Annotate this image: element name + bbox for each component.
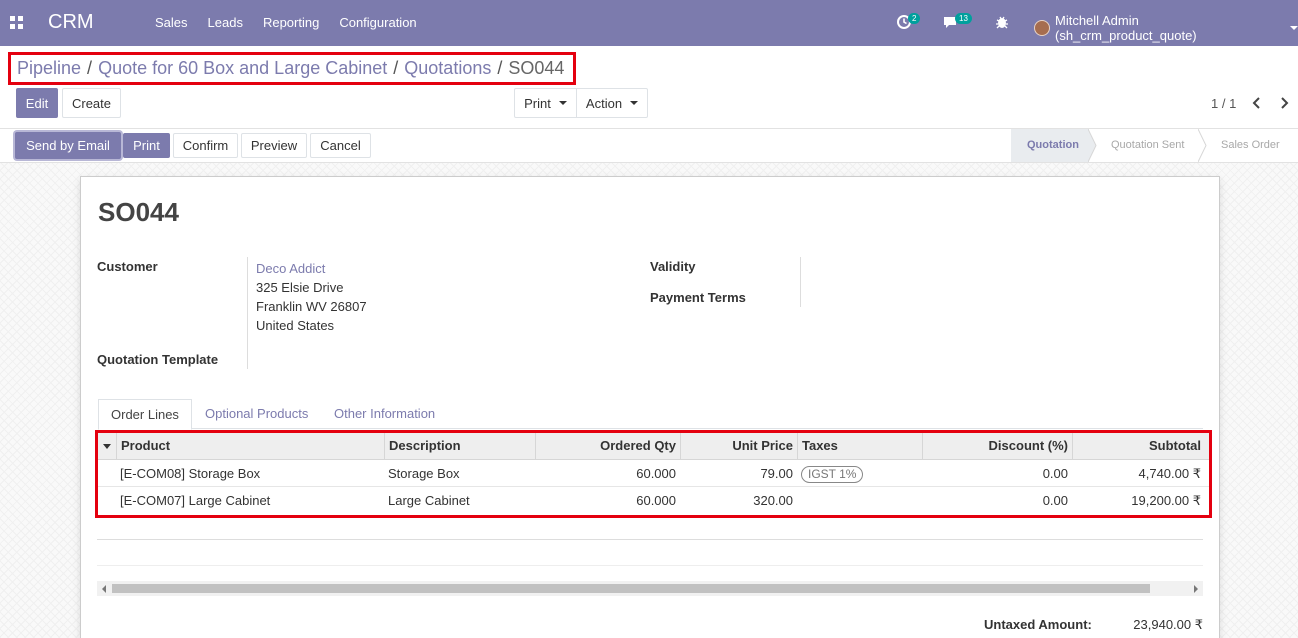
stage-label: Quotation [1027, 139, 1079, 151]
chevron-down-icon [558, 101, 567, 105]
scroll-left-icon[interactable] [102, 585, 106, 593]
customer-address-line: United States [256, 318, 335, 333]
breadcrumb-quotations[interactable]: Quotations [404, 58, 491, 79]
stage-sales-order[interactable]: Sales Order [1199, 129, 1298, 162]
customer-address-line: Franklin WV 26807 [256, 299, 367, 314]
top-navbar: CRM Sales Leads Reporting Configuration … [0, 0, 1298, 46]
chevron-down-icon [630, 101, 639, 105]
print-dropdown[interactable]: Print [514, 88, 577, 118]
action-dropdown[interactable]: Action [576, 88, 648, 118]
breadcrumb-opportunity[interactable]: Quote for 60 Box and Large Cabinet [98, 58, 387, 79]
cell-ordered-qty: 60.000 [636, 493, 676, 508]
pager-next-icon[interactable] [1277, 95, 1291, 111]
cell-product: [E-COM08] Storage Box [120, 466, 261, 481]
tax-badge: IGST 1% [801, 466, 864, 483]
scroll-right-icon[interactable] [1194, 585, 1198, 593]
breadcrumb-separator: / [497, 58, 503, 78]
chevron-down-icon [1290, 26, 1298, 30]
main-menu: Sales Leads Reporting Configuration [145, 0, 427, 46]
untaxed-amount-value: 23,940.00 ₹ [1133, 617, 1203, 632]
edit-button[interactable]: Edit [16, 88, 58, 118]
print-dropdown-label: Print [524, 95, 551, 111]
field-divider [800, 257, 801, 307]
quotation-template-label: Quotation Template [97, 352, 219, 367]
cell-ordered-qty: 60.000 [636, 466, 676, 481]
print-button[interactable]: Print [123, 133, 170, 158]
stage-quotation-sent[interactable]: Quotation Sent [1089, 129, 1207, 162]
preview-button[interactable]: Preview [241, 133, 307, 158]
tab-optional-products[interactable]: Optional Products [193, 399, 320, 429]
cell-unit-price: 79.00 [760, 466, 793, 481]
menu-item-sales[interactable]: Sales [145, 0, 198, 46]
cell-discount: 0.00 [1042, 466, 1068, 481]
pager-previous-icon[interactable] [1250, 95, 1264, 111]
status-bar: Quotation Quotation Sent Sales Order [1011, 129, 1298, 162]
column-discount[interactable]: Discount (%) [922, 433, 1072, 459]
column-unit-price[interactable]: Unit Price [680, 433, 797, 459]
validity-label: Validity [650, 259, 696, 274]
menu-item-leads[interactable]: Leads [198, 0, 253, 46]
breadcrumb-pipeline[interactable]: Pipeline [17, 58, 81, 79]
table-footer-divider [97, 539, 1203, 540]
table-row[interactable]: [E-COM07] Large Cabinet Large Cabinet 60… [98, 487, 1209, 514]
cell-product: [E-COM07] Large Cabinet [120, 493, 271, 508]
order-lines-table: Product Description Ordered Qty Unit Pri… [95, 430, 1212, 518]
pager-value[interactable]: 1 / 1 [1211, 96, 1236, 111]
breadcrumb: Pipeline / Quote for 60 Box and Large Ca… [8, 52, 576, 85]
customer-link[interactable]: Deco Addict [256, 261, 325, 276]
activity-count-badge: 2 [908, 13, 921, 24]
debug-bug-icon[interactable] [994, 14, 1010, 30]
breadcrumb-separator: / [87, 58, 93, 78]
cell-description: Storage Box [388, 466, 460, 481]
cancel-button[interactable]: Cancel [310, 133, 371, 158]
breadcrumb-current: SO044 [508, 58, 565, 78]
tab-order-lines[interactable]: Order Lines [98, 399, 192, 430]
stage-label: Quotation Sent [1111, 139, 1185, 151]
horizontal-scrollbar[interactable] [97, 581, 1203, 596]
stage-quotation[interactable]: Quotation [1011, 129, 1097, 162]
user-name: Mitchell Admin (sh_crm_product_quote) [1055, 13, 1197, 43]
user-avatar [1034, 20, 1050, 36]
cell-subtotal: 4,740.00 ₹ [1138, 466, 1202, 481]
message-count-badge: 13 [955, 13, 972, 24]
apps-grid-icon[interactable] [10, 16, 23, 29]
breadcrumb-separator: / [393, 58, 399, 78]
scrollbar-thumb[interactable] [112, 584, 1150, 593]
confirm-button[interactable]: Confirm [173, 133, 238, 158]
action-dropdown-label: Action [585, 95, 623, 111]
form-sheet: SO044 Customer Deco Addict 325 Elsie Dri… [80, 176, 1220, 638]
sort-caret-icon[interactable] [103, 444, 111, 449]
tab-other-information[interactable]: Other Information [322, 399, 447, 429]
customer-address-line: 325 Elsie Drive [256, 280, 344, 295]
cell-taxes [797, 487, 922, 514]
notebook-tabs: Order Lines Optional Products Other Info… [98, 399, 1203, 430]
cell-description: Large Cabinet [388, 493, 470, 508]
payment-terms-label: Payment Terms [650, 290, 746, 305]
cell-discount: 0.00 [1042, 493, 1068, 508]
user-menu[interactable]: Mitchell Admin (sh_crm_product_quote) [1034, 13, 1298, 43]
table-row[interactable]: [E-COM08] Storage Box Storage Box 60.000… [98, 460, 1209, 487]
untaxed-amount-label: Untaxed Amount: [984, 617, 1092, 632]
cell-unit-price: 320.00 [753, 493, 793, 508]
column-ordered-qty[interactable]: Ordered Qty [535, 433, 680, 459]
document-title: SO044 [98, 197, 179, 227]
column-subtotal[interactable]: Subtotal [1072, 433, 1205, 459]
table-footer-divider [97, 565, 1203, 566]
customer-label: Customer [97, 259, 158, 274]
create-button[interactable]: Create [62, 88, 121, 118]
stage-label: Sales Order [1221, 139, 1280, 151]
menu-item-configuration[interactable]: Configuration [329, 0, 426, 46]
cell-taxes: IGST 1% [797, 460, 922, 487]
cell-subtotal: 19,200.00 ₹ [1131, 493, 1201, 508]
app-brand[interactable]: CRM [48, 11, 94, 34]
column-taxes[interactable]: Taxes [797, 433, 922, 459]
field-divider [247, 257, 248, 369]
column-description[interactable]: Description [384, 433, 535, 459]
table-header: Product Description Ordered Qty Unit Pri… [98, 433, 1209, 460]
send-by-email-button[interactable]: Send by Email [15, 132, 121, 159]
column-product[interactable]: Product [116, 433, 384, 459]
menu-item-reporting[interactable]: Reporting [253, 0, 329, 46]
